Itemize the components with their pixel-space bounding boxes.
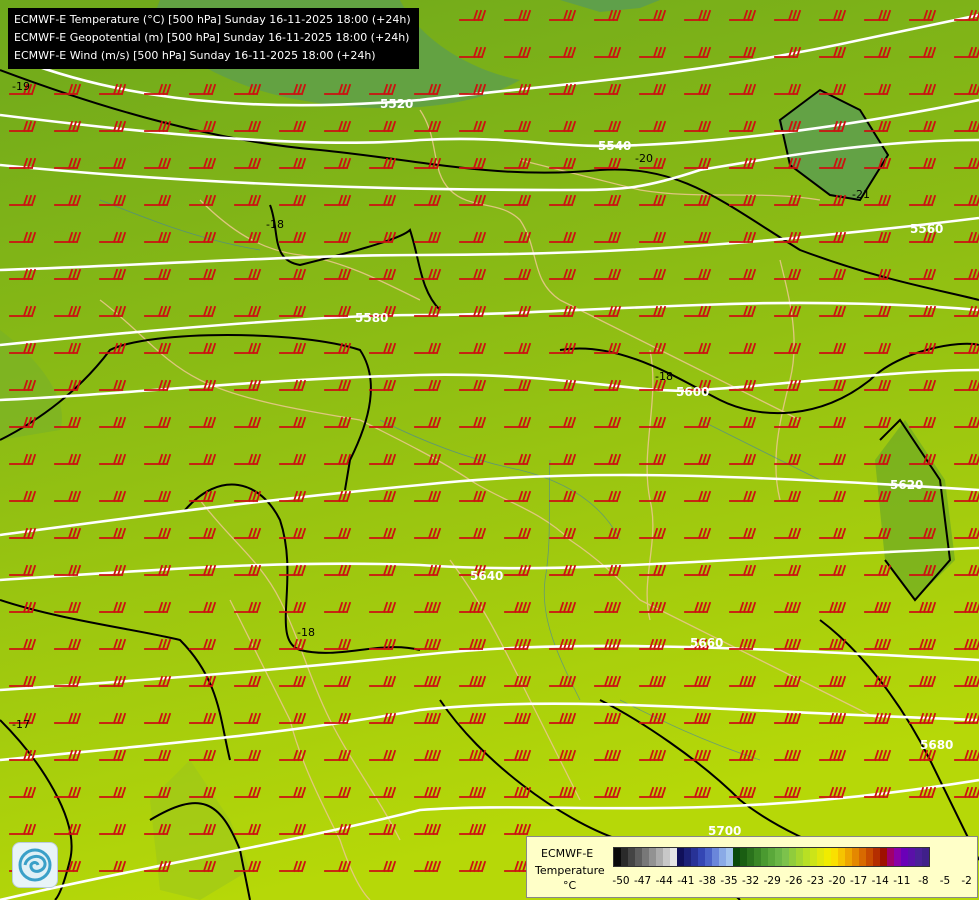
legend-model: ECMWF-E [541, 847, 594, 860]
legend-swatch [628, 848, 635, 866]
legend-tick-label: -23 [806, 875, 824, 887]
legend-tick-label: -14 [871, 875, 889, 887]
legend-swatch [859, 848, 866, 866]
legend-swatch [803, 848, 810, 866]
legend-swatch [873, 848, 880, 866]
legend-swatch [705, 848, 712, 866]
temperature-label: -20 [635, 152, 653, 165]
legend-swatch [796, 848, 803, 866]
legend-swatch [761, 848, 768, 866]
legend-swatch [614, 848, 621, 866]
legend-swatch [649, 848, 656, 866]
legend-swatch [887, 848, 894, 866]
legend-swatch [901, 848, 908, 866]
legend-color-bar [613, 847, 930, 867]
legend-swatch [712, 848, 719, 866]
legend-tick-label: -35 [720, 875, 738, 887]
legend-tick-label: -2 [961, 875, 972, 887]
legend-tick-label: -5 [939, 875, 951, 887]
legend-swatch [922, 848, 929, 866]
temperature-label: -18 [266, 218, 284, 231]
legend-swatch [817, 848, 824, 866]
legend-swatch [733, 848, 740, 866]
legend-swatch [838, 848, 845, 866]
legend-swatch [754, 848, 761, 866]
legend-swatch [894, 848, 901, 866]
legend-swatch [908, 848, 915, 866]
legend-swatch [621, 848, 628, 866]
legend-swatch [663, 848, 670, 866]
weather-map: 5520554055605580560056205640566056805700… [0, 0, 979, 900]
legend-swatch [635, 848, 642, 866]
legend-tick-label: -41 [677, 875, 695, 887]
legend-swatch [775, 848, 782, 866]
legend-tick-label: -8 [918, 875, 929, 887]
temperature-label: -17 [12, 718, 30, 731]
temperature-label: -19 [12, 80, 30, 93]
header-line-geopotential: ECMWF-E Geopotential (m) [500 hPa] Sunda… [14, 31, 410, 44]
legend-swatch [719, 848, 726, 866]
legend-tick-label: -38 [698, 875, 716, 887]
geopotential-label: 5520 [380, 97, 413, 111]
geopotential-label: 5680 [920, 738, 953, 752]
temperature-label: -21 [852, 188, 870, 201]
legend-swatch [726, 848, 733, 866]
temperature-legend: ECMWF-E Temperature °C -50 -47 -44 -41 -38 -3… [526, 836, 978, 898]
legend-tick-label: -44 [655, 875, 673, 887]
geopotential-label: 5660 [690, 636, 723, 650]
legend-swatch [747, 848, 754, 866]
legend-tick-label: -50 [612, 875, 630, 887]
geopotential-label: 5560 [910, 222, 943, 236]
geopotential-label: 5600 [676, 385, 709, 399]
legend-tick-label: -17 [850, 875, 868, 887]
legend-swatch [852, 848, 859, 866]
legend-swatch [677, 848, 684, 866]
legend-tick-label: -26 [785, 875, 803, 887]
legend-swatch [824, 848, 831, 866]
legend-swatch [866, 848, 873, 866]
map-header: ECMWF-E Temperature (°C) [500 hPa] Sunda… [8, 8, 419, 69]
legend-unit: °C [563, 879, 577, 892]
legend-swatch [789, 848, 796, 866]
header-line-temperature: ECMWF-E Temperature (°C) [500 hPa] Sunda… [14, 13, 411, 26]
legend-swatch [768, 848, 775, 866]
legend-swatch [845, 848, 852, 866]
geopotential-label: 5620 [890, 478, 923, 492]
legend-tick-label: -32 [742, 875, 760, 887]
temperature-label: -18 [655, 370, 673, 383]
legend-swatch [915, 848, 922, 866]
legend-swatch [831, 848, 838, 866]
provider-logo-icon [12, 842, 58, 888]
legend-tick-label: -20 [828, 875, 846, 887]
header-line-wind: ECMWF-E Wind (m/s) [500 hPa] Sunday 16-1… [14, 49, 376, 62]
legend-swatch [698, 848, 705, 866]
geopotential-label: 5540 [598, 139, 631, 153]
legend-swatch [740, 848, 747, 866]
legend-ticks: -50 -47 -44 -41 -38 -35 -32 -29 -26 -23 -20 -17 -14-… [612, 875, 973, 889]
legend-swatch [656, 848, 663, 866]
legend-tick-label: -11 [893, 875, 911, 887]
legend-swatch [880, 848, 887, 866]
legend-tick-label: -47 [634, 875, 652, 887]
legend-variable: Temperature [535, 864, 605, 877]
temperature-label: -18 [297, 626, 315, 639]
legend-swatch [642, 848, 649, 866]
legend-swatch [670, 848, 677, 866]
legend-swatch [684, 848, 691, 866]
geopotential-label: 5640 [470, 569, 503, 583]
legend-swatch [691, 848, 698, 866]
geopotential-label: 5580 [355, 311, 388, 325]
legend-swatch [782, 848, 789, 866]
legend-swatch [810, 848, 817, 866]
legend-tick-label: -29 [763, 875, 781, 887]
